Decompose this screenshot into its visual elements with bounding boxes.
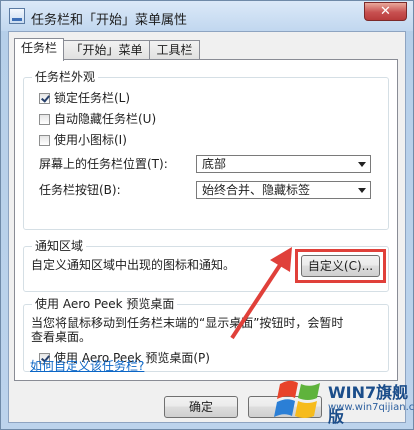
ok-button[interactable]: 确定 [164, 396, 238, 418]
title-bar[interactable]: 任务栏和「开始」菜单属性 ✕ [1, 1, 413, 31]
tab-start-menu[interactable]: 「开始」菜单 [63, 40, 150, 60]
chevron-down-icon [358, 162, 366, 167]
aero-peek-group-title: 使用 Aero Peek 预览桌面 [32, 297, 178, 311]
tab-panel-taskbar: 任务栏外观 锁定任务栏(L) 自动隐藏任务栏(U) 使用小图标(I) 屏幕上的任… [14, 59, 398, 381]
watermark: WIN7旗舰版 www.win7qijian.com [270, 366, 414, 430]
small-icons-checkbox[interactable] [39, 135, 50, 146]
windows-logo-icon [274, 380, 320, 418]
auto-hide-checkbox[interactable] [39, 114, 50, 125]
lock-taskbar-option[interactable]: 锁定任务栏(L) [39, 90, 130, 106]
highlight-frame [295, 249, 386, 283]
close-button[interactable]: ✕ [364, 2, 407, 21]
lock-taskbar-label: 锁定任务栏(L) [54, 91, 131, 105]
location-select-value: 底部 [202, 157, 227, 171]
chevron-down-icon [358, 188, 366, 193]
watermark-url: www.win7qijian.com [328, 402, 414, 413]
small-icons-label: 使用小图标(I) [54, 133, 127, 147]
taskbar-app-icon [9, 8, 25, 24]
window-title: 任务栏和「开始」菜单属性 [31, 13, 188, 28]
aero-peek-description-line2: 查看桌面。 [31, 330, 92, 344]
tab-toolbars[interactable]: 工具栏 [149, 40, 200, 60]
buttons-label: 任务栏按钮(B): [39, 183, 121, 197]
buttons-select[interactable]: 始终合并、隐藏标签 [196, 181, 371, 199]
tab-taskbar[interactable]: 任务栏 [14, 38, 64, 61]
notification-group-title: 通知区域 [32, 239, 87, 253]
small-icons-option[interactable]: 使用小图标(I) [39, 132, 127, 148]
buttons-select-value: 始终合并、隐藏标签 [202, 183, 311, 197]
auto-hide-option[interactable]: 自动隐藏任务栏(U) [39, 111, 156, 127]
location-label: 屏幕上的任务栏位置(T): [39, 157, 168, 171]
location-select[interactable]: 底部 [196, 155, 371, 173]
notification-description: 自定义通知区域中出现的图标和通知。 [31, 258, 236, 272]
appearance-group-title: 任务栏外观 [32, 70, 99, 84]
notification-group: 通知区域 自定义通知区域中出现的图标和通知。 自定义(C)... [23, 239, 389, 292]
help-link[interactable]: 如何自定义该任务栏? [30, 357, 144, 374]
appearance-group: 任务栏外观 锁定任务栏(L) 自动隐藏任务栏(U) 使用小图标(I) 屏幕上的任… [23, 70, 389, 230]
auto-hide-label: 自动隐藏任务栏(U) [54, 112, 157, 126]
lock-taskbar-checkbox[interactable] [39, 93, 50, 104]
dialog-body: 任务栏 「开始」菜单 工具栏 任务栏外观 锁定任务栏(L) 自动隐藏任务栏(U)… [8, 31, 406, 423]
